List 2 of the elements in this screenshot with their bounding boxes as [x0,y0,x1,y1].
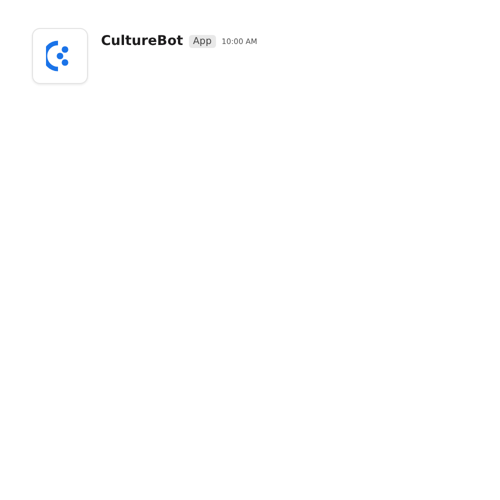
app-badge: App [189,34,216,48]
sender-name[interactable]: CultureBot [101,33,184,49]
